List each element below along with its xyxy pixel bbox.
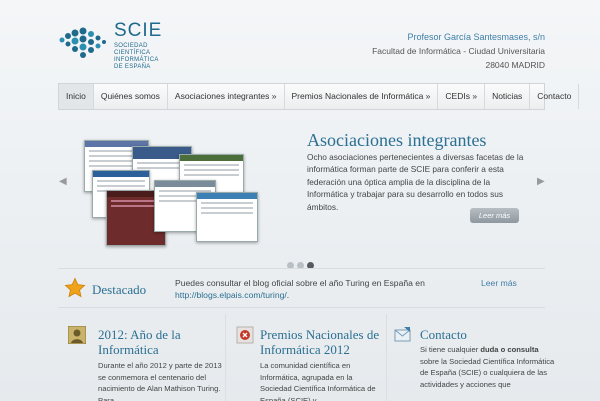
award-medal-icon [236,326,254,344]
column-text: Durante el año 2012 y parte de 2013 se c… [98,361,222,401]
featured-text: Puedes consultar el blog oficial sobre e… [175,278,425,300]
column-national-awards: Premios Nacionales de Informática 2012 L… [225,314,387,401]
nav-item-contacto[interactable]: Contacto [530,84,580,109]
column-text: Si tiene cualquier duda o consulta sobre… [420,345,555,389]
logo-title: SCIE [114,20,163,41]
address-line: 28040 MADRID [485,60,545,70]
envelope-icon [394,327,411,342]
nav-item-asociaciones[interactable]: Asociaciones integrantes » [168,84,285,109]
column-contact: Contacto Si tiene cualquier duda o consu… [392,314,554,401]
star-icon [64,277,86,298]
nav-item-premios[interactable]: Premios Nacionales de Informática » [285,84,439,109]
column-year-informatics: 2012: Año de la Informática Durante el a… [58,314,222,401]
main-nav: Inicio Quiénes somos Asociaciones integr… [58,83,580,110]
featured-label: Destacado [92,282,147,297]
blog-link[interactable]: http://blogs.elpais.com/turing/ [175,290,287,300]
column-title[interactable]: 2012: Año de la Informática [98,327,218,357]
slide-title: Asociaciones integrantes [307,130,487,150]
nav-item-inicio[interactable]: Inicio [59,84,94,109]
address: Profesor García Santesmases, s/n Faculta… [372,30,545,72]
scie-logo[interactable]: SCIE SOCIEDAD CIENTÍFICA INFORMÁTICA DE … [58,20,208,70]
nav-item-noticias[interactable]: Noticias [485,84,531,109]
address-line: Profesor García Santesmases, s/n [407,32,545,42]
address-line: Facultad de Informática - Ciudad Univers… [372,46,545,56]
slider-prev-arrow-icon[interactable]: ◀ [59,176,67,187]
nav-item-quienes-somos[interactable]: Quiénes somos [94,84,168,109]
turing-portrait-icon [68,326,86,344]
slide-image [84,140,284,246]
logo-subtitle: SOCIEDAD CIENTÍFICA INFORMÁTICA DE ESPAÑ… [114,43,159,70]
slider-next-arrow-icon[interactable]: ▶ [537,176,545,187]
column-title[interactable]: Premios Nacionales de Informática 2012 [260,327,380,357]
screenshot-thumbnail [196,192,258,242]
column-title[interactable]: Contacto [420,327,540,342]
featured-read-more-link[interactable]: Leer más [481,278,517,288]
slide-description: Ocho asociaciones pertenecientes a diver… [307,152,524,212]
logo-dots-icon [59,27,106,58]
column-text: La comunidad científica en Informática, … [260,361,376,401]
nav-item-cedis[interactable]: CEDIs » [438,84,486,109]
featured-section: Destacado Puedes consultar el blog ofici… [58,268,545,308]
read-more-button[interactable]: Leer más [470,208,519,223]
